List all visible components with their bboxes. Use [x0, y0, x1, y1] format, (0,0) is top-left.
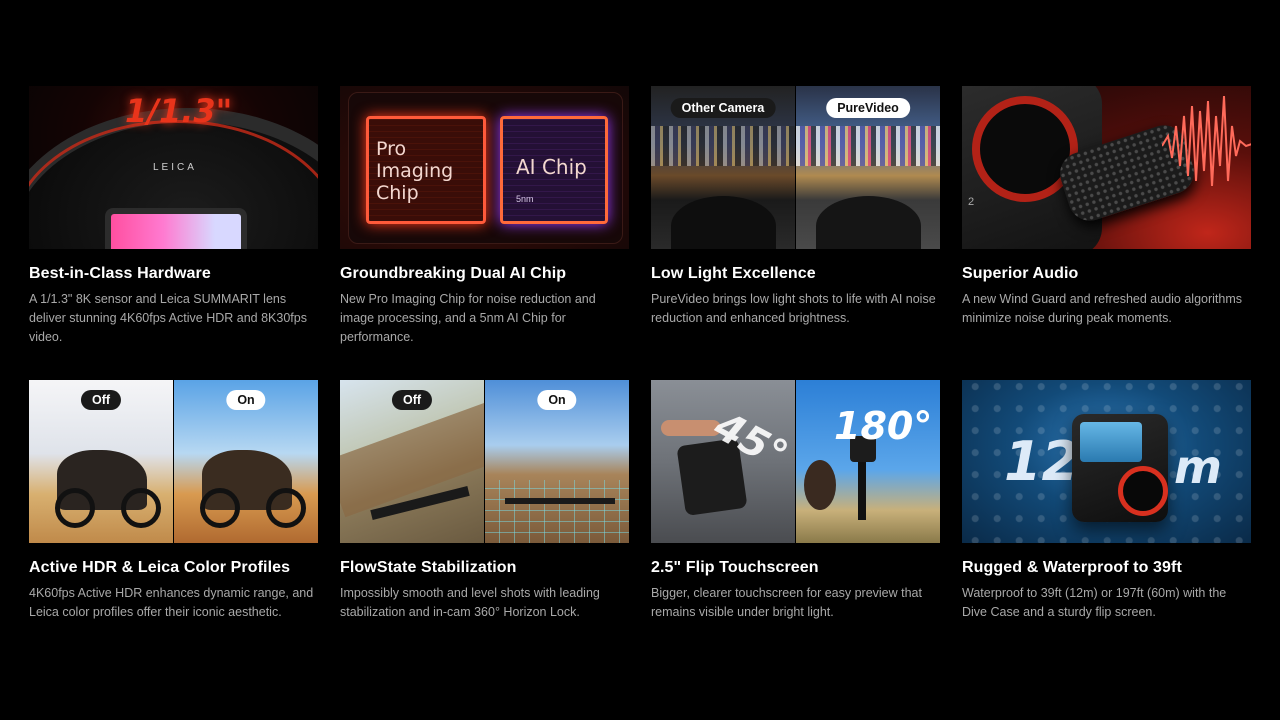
- sensor-size-text: 1/1.3": [125, 92, 233, 130]
- card-desc: 4K60fps Active HDR enhances dynamic rang…: [29, 586, 314, 619]
- pro-imaging-chip-label: Pro Imaging Chip: [376, 138, 454, 204]
- feature-card-flip-screen[interactable]: 45° 180° 2.5" Flip Touchscreen Bigger, c…: [651, 380, 940, 622]
- depth-number: 12: [1004, 430, 1080, 493]
- low-light-image: Other Camera PureVideo: [651, 86, 940, 249]
- other-camera-label: Other Camera: [670, 98, 776, 118]
- ai-chip-sub: 5nm: [516, 194, 534, 204]
- card-title: Groundbreaking Dual AI Chip: [340, 265, 567, 282]
- card-desc: Bigger, clearer touchscreen for easy pre…: [651, 586, 922, 619]
- feature-card-hardware[interactable]: 1/1.3" LEICA Best-in-Class Hardware A 1/…: [29, 86, 318, 380]
- card-title: 2.5" Flip Touchscreen: [651, 559, 819, 576]
- card-desc: New Pro Imaging Chip for noise reduction…: [340, 292, 596, 344]
- audio-image: 2: [962, 86, 1251, 249]
- flowstate-off-label: Off: [391, 390, 433, 410]
- card-desc: PureVideo brings low light shots to life…: [651, 292, 936, 325]
- flip-45-half: 45°: [651, 380, 795, 543]
- hdr-image: Off On: [29, 380, 318, 543]
- card-desc: Waterproof to 39ft (12m) or 197ft (60m) …: [962, 586, 1227, 619]
- purevideo-label: PureVideo: [826, 98, 910, 118]
- card-title: Active HDR & Leica Color Profiles: [29, 559, 291, 576]
- camera-graphic: [1072, 414, 1168, 522]
- sound-wave-graphic: [1162, 95, 1251, 187]
- sensor-graphic: [111, 214, 241, 249]
- hdr-on-half: On: [173, 380, 318, 543]
- other-camera-half: Other Camera: [651, 86, 795, 249]
- angle-180-text: 180°: [834, 404, 933, 448]
- card-title: Rugged & Waterproof to 39ft: [962, 559, 1182, 576]
- feature-grid: 1/1.3" LEICA Best-in-Class Hardware A 1/…: [29, 86, 1251, 622]
- hdr-on-label: On: [226, 390, 266, 410]
- flip-180-half: 180°: [795, 380, 940, 543]
- feature-card-audio[interactable]: 2 Superior Audio A new Wind Guard and re…: [962, 86, 1251, 380]
- card-title: FlowState Stabilization: [340, 559, 517, 576]
- chip-image: Pro Imaging Chip AI Chip 5nm: [340, 86, 629, 249]
- feature-card-hdr[interactable]: Off On Active HDR & Leica Color Profiles…: [29, 380, 318, 622]
- card-title: Superior Audio: [962, 265, 1079, 282]
- flowstate-off-half: Off: [340, 380, 484, 543]
- ai-chip-label: AI Chip: [516, 155, 587, 179]
- card-desc: A new Wind Guard and refreshed audio alg…: [962, 292, 1243, 325]
- purevideo-half: PureVideo: [795, 86, 940, 249]
- feature-card-ai-chip[interactable]: Pro Imaging Chip AI Chip 5nm Groundbreak…: [340, 86, 629, 380]
- card-desc: Impossibly smooth and level shots with l…: [340, 586, 600, 619]
- hardware-image: 1/1.3" LEICA: [29, 86, 318, 249]
- flip-screen-image: 45° 180°: [651, 380, 940, 543]
- hdr-off-label: Off: [80, 390, 122, 410]
- hdr-off-half: Off: [29, 380, 173, 543]
- flowstate-image: Off On: [340, 380, 629, 543]
- feature-card-flowstate[interactable]: Off On FlowState Stabilization Impossibl…: [340, 380, 629, 622]
- feature-card-waterproof[interactable]: 12 m Rugged & Waterproof to 39ft Waterpr…: [962, 380, 1251, 622]
- flowstate-on-half: On: [484, 380, 629, 543]
- depth-unit: m: [1174, 440, 1222, 494]
- feature-card-low-light[interactable]: Other Camera PureVideo Low Light Excelle…: [651, 86, 940, 380]
- side-number: 2: [968, 196, 975, 208]
- waterproof-image: 12 m: [962, 380, 1251, 543]
- flowstate-on-label: On: [537, 390, 577, 410]
- card-desc: A 1/1.3" 8K sensor and Leica SUMMARIT le…: [29, 292, 307, 344]
- card-title: Low Light Excellence: [651, 265, 816, 282]
- card-title: Best-in-Class Hardware: [29, 265, 211, 282]
- leica-label: LEICA: [153, 162, 197, 173]
